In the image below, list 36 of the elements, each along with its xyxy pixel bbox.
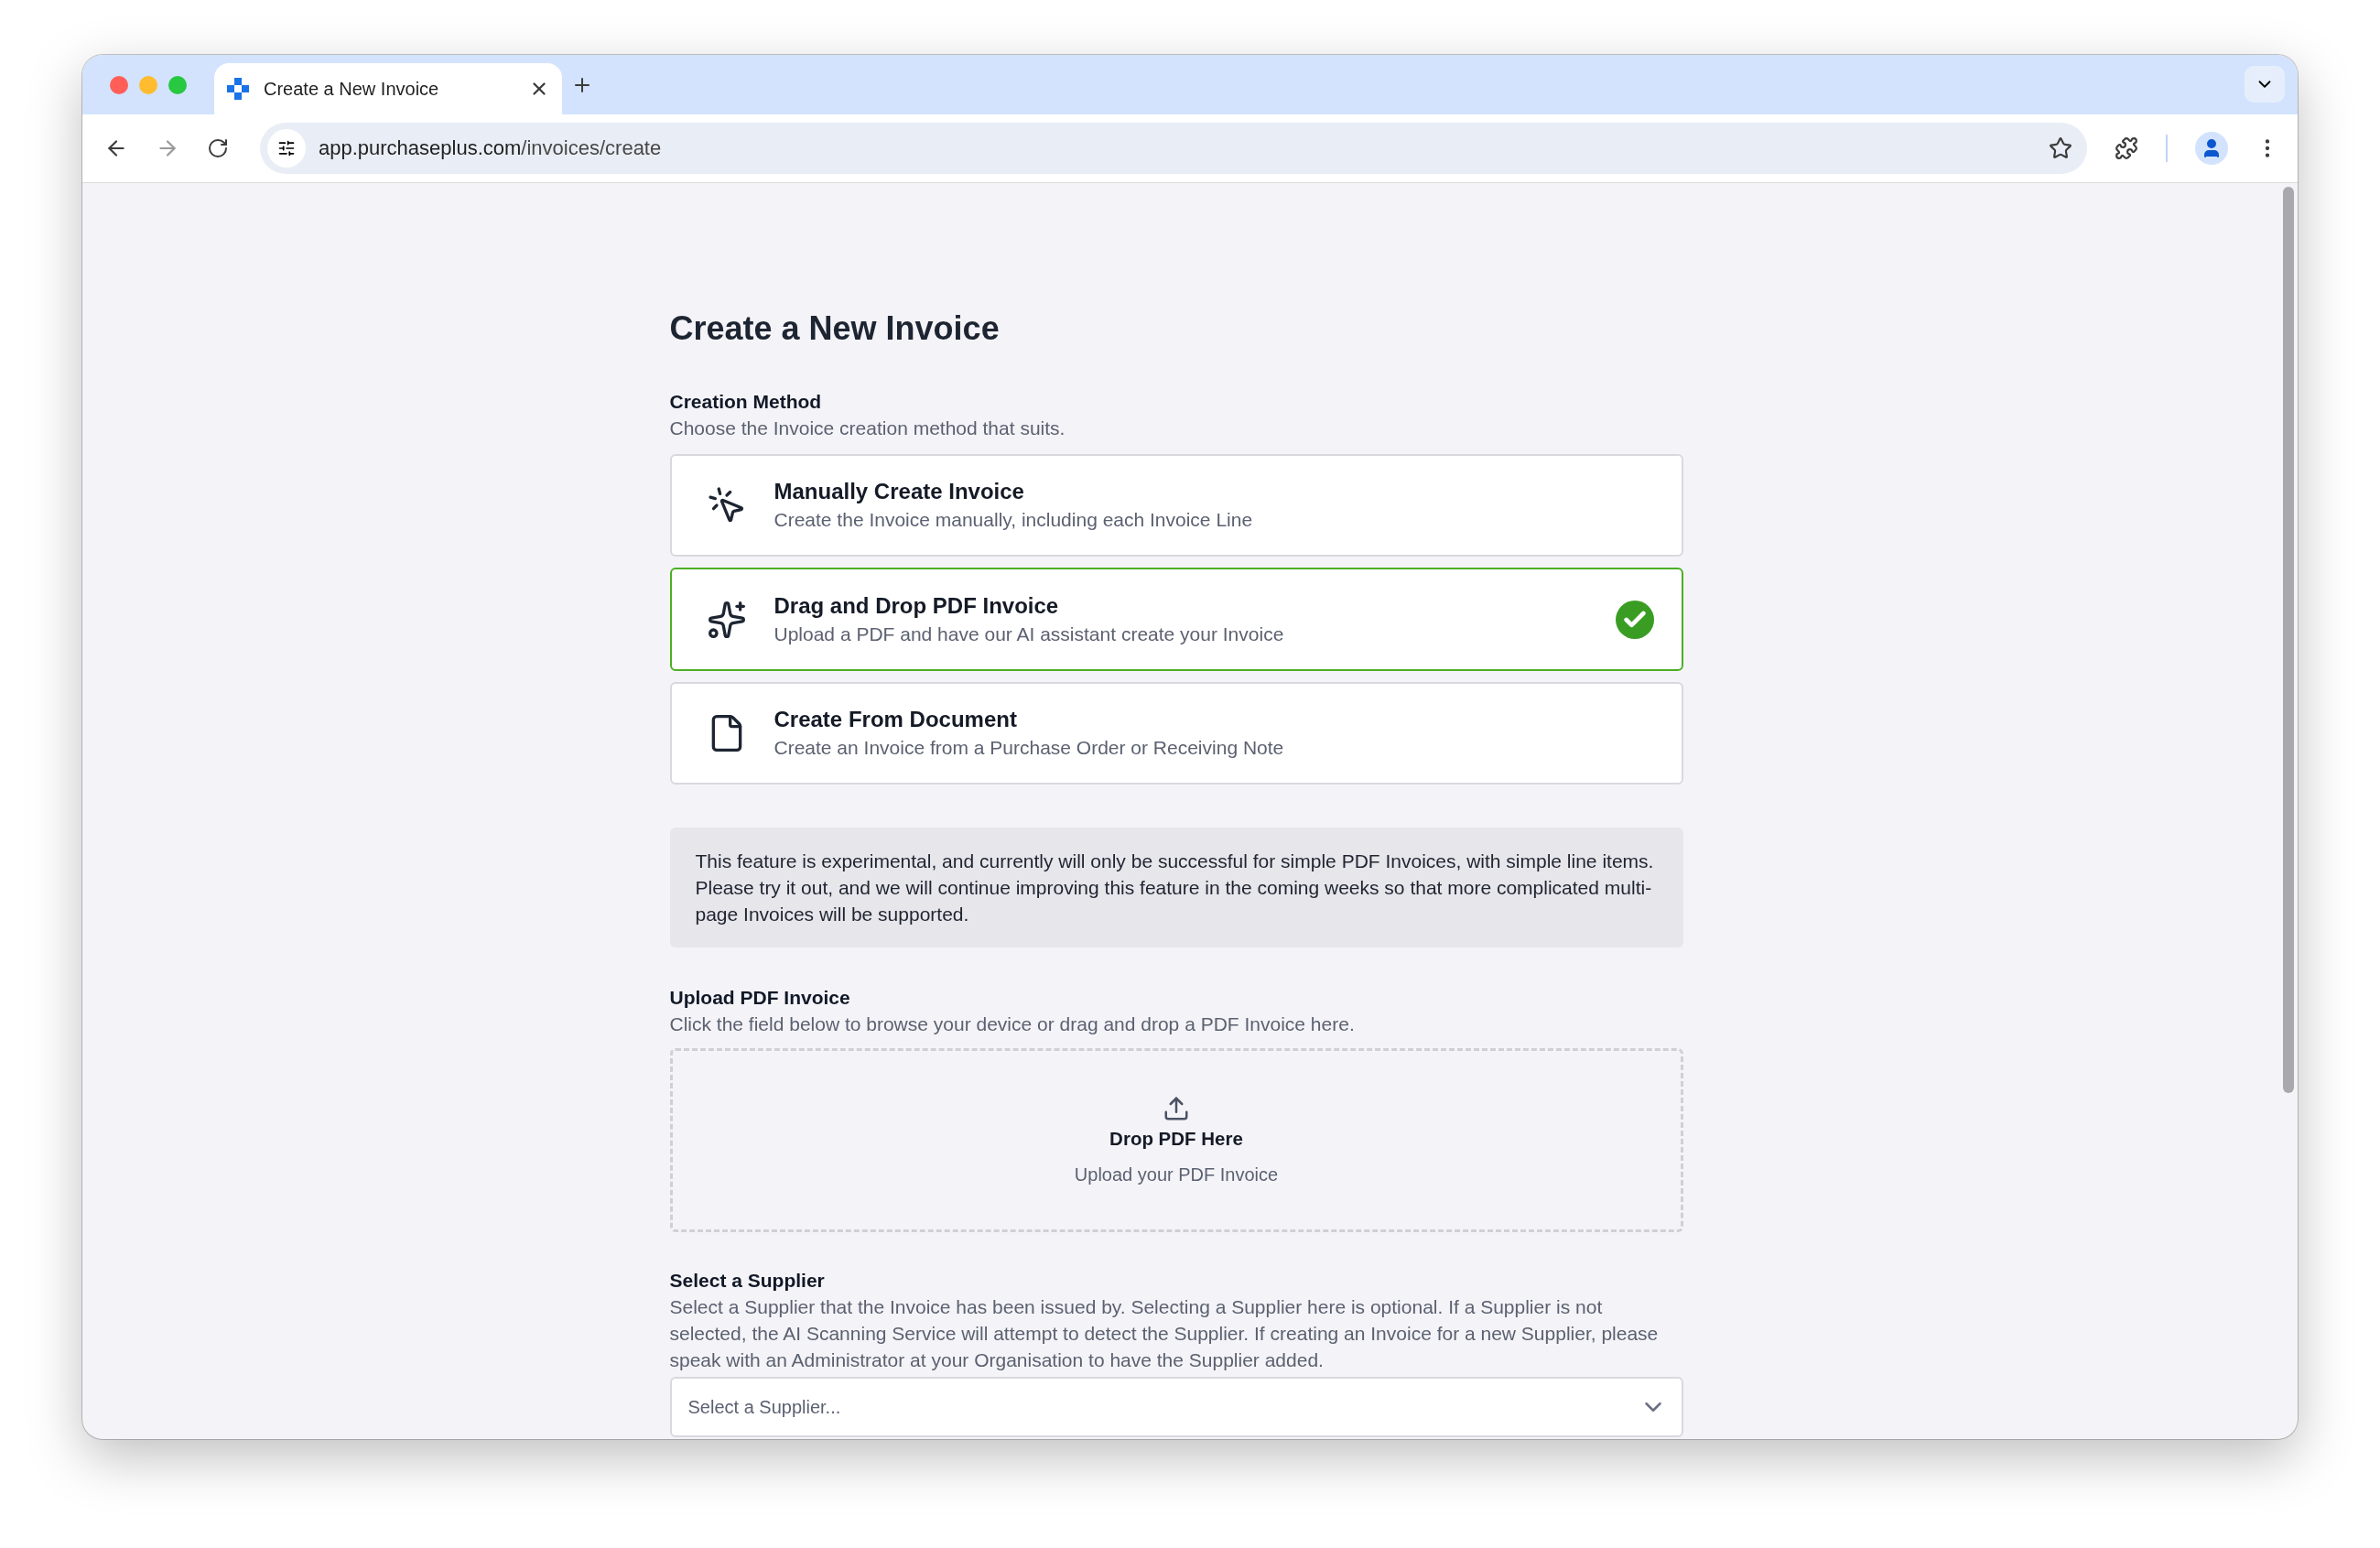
upload-icon	[1163, 1095, 1190, 1122]
method-option-card[interactable]: Create From Document Create an Invoice from a Purchase Order or Receiving Note	[669, 682, 1683, 785]
supplier-select[interactable]: Select a Supplier...	[669, 1377, 1683, 1437]
browser-tab[interactable]: Create a New Invoice	[214, 63, 562, 114]
method-option-card[interactable]: Manually Create Invoice Create the Invoice manually, including each Invoice Line	[669, 454, 1683, 557]
section-description: Click the field below to browse your device or drag and drop a PDF Invoice here.	[669, 1012, 1356, 1036]
profile-icon[interactable]	[2195, 132, 2228, 165]
drop-title: Drop PDF Here	[1109, 1128, 1243, 1150]
option-description: Create an Invoice from a Purchase Order or Receiving Note	[774, 736, 1285, 760]
tab-search-button[interactable]	[2245, 66, 2285, 103]
option-description: Create the Invoice manually, including each Invoice Line	[774, 508, 1254, 532]
option-title: Create From Document	[774, 706, 1018, 733]
drop-subtitle: Upload your PDF Invoice	[1074, 1164, 1279, 1185]
section-description: Select a Supplier that the Invoice has been issued by. Selecting a Supplier here is optional. If a Supplier is not selected, the AI Scanning Service will attempt to detect the Supplier. If creating an Invoice for a new Supplier, please speak with an Administrator at your Organisation to have the Supplier added.	[669, 1295, 1660, 1372]
reload-icon[interactable]	[207, 137, 229, 159]
section-label: Select a Supplier	[669, 1269, 826, 1293]
site-settings-icon[interactable]	[267, 129, 306, 168]
url-text: app.purchaseplus.com/invoices/create	[319, 136, 663, 160]
option-description: Upload a PDF and have our AI assistant create your Invoice	[774, 622, 1285, 646]
option-title: Manually Create Invoice	[774, 478, 1025, 505]
page-title: Create a New Invoice	[669, 309, 1001, 348]
favicon-icon	[227, 78, 249, 100]
tab-title: Create a New Invoice	[264, 78, 440, 100]
section-label: Creation Method	[669, 390, 823, 414]
check-icon	[1615, 600, 1654, 639]
notice-text: This feature is experimental, and currently will only be successful for simple PDF Invoices, with simple line items. Please try it out, and we will continue improving this feature in the coming weeks so that more complicated multi-page Invoices will be supported.	[669, 828, 1683, 947]
sparkles-icon	[706, 599, 747, 640]
section-description: Choose the Invoice creation method that suits.	[669, 417, 1066, 440]
bookmark-star-icon[interactable]	[2049, 136, 2072, 160]
scrollbar[interactable]	[2283, 187, 2294, 1093]
address-bar[interactable]: app.purchaseplus.com/invoices/create	[260, 123, 2087, 174]
option-title: Drag and Drop PDF Invoice	[774, 591, 1060, 620]
section-label: Upload PDF Invoice	[669, 986, 851, 1010]
pdf-drop-zone[interactable]: Drop PDF Here Upload your PDF Invoice	[669, 1048, 1683, 1232]
method-option-card[interactable]: Drag and Drop PDF Invoice Upload a PDF and have our AI assistant create your Invoice	[669, 568, 1683, 671]
extensions-icon[interactable]	[2115, 136, 2138, 160]
